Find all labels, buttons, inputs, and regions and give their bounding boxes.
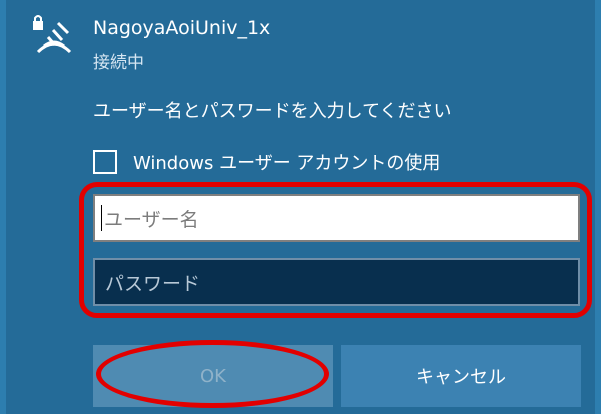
right-border — [595, 0, 601, 414]
checkbox-label: Windows ユーザー アカウントの使用 — [133, 153, 441, 174]
credentials-prompt: ユーザー名とパスワードを入力してください — [93, 101, 452, 122]
network-name: NagoyaAoiUniv_1x — [93, 17, 271, 39]
connection-status: 接続中 — [93, 53, 144, 73]
wifi-secured-icon — [33, 15, 72, 54]
cancel-button[interactable]: キャンセル — [341, 345, 581, 407]
windows-account-checkbox-row[interactable]: Windows ユーザー アカウントの使用 — [93, 147, 440, 177]
network-credentials-panel: NagoyaAoiUniv_1x 接続中 ユーザー名とパスワードを入力してくださ… — [0, 0, 601, 414]
left-border — [0, 0, 6, 414]
input-highlight-annotation — [79, 182, 592, 318]
ok-highlight-annotation — [96, 340, 329, 408]
windows-account-checkbox[interactable] — [93, 150, 117, 174]
